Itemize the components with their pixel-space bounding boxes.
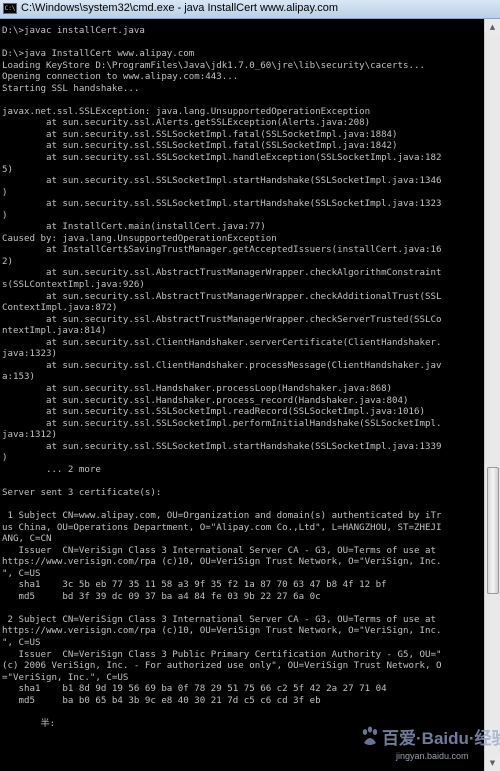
console-line: ContextImpl.java:872) [2, 303, 118, 314]
console-line: Loading KeyStore D:\ProgramFiles\Java\jd… [2, 60, 426, 71]
console-line: 2) [2, 256, 13, 267]
console-line: Caused by: java.lang.UnsupportedOperatio… [2, 233, 277, 244]
console-line: java:1312) [2, 430, 57, 441]
console-line: s(SSLContextImpl.java:926) [2, 280, 145, 291]
console-line: at sun.security.ssl.AbstractTrustManager… [2, 314, 442, 325]
console-line: at sun.security.ssl.SSLSocketImpl.readRe… [2, 407, 426, 418]
console-line: ", C=US [2, 637, 41, 648]
console-line: D:\>java InstallCert www.alipay.com [2, 49, 195, 60]
console-line: ) [2, 453, 8, 464]
console-line: a:153) [2, 372, 35, 383]
console-line: at sun.security.ssl.Handshaker.process_r… [2, 395, 409, 406]
console-line: at sun.security.ssl.SSLSocketImpl.fatal(… [2, 129, 398, 140]
console-line: at sun.security.ssl.SSLSocketImpl.fatal(… [2, 141, 398, 152]
baidu-watermark: 百爱·Baidu·经验 jingyan.baidu.com [360, 724, 500, 768]
vertical-scrollbar[interactable]: ▲ ▼ [484, 19, 500, 771]
scroll-up-arrow-icon[interactable]: ▲ [485, 19, 500, 35]
title-bar[interactable]: C:\ C:\Windows\system32\cmd.exe - java I… [0, 0, 500, 19]
scrollbar-thumb[interactable] [487, 467, 499, 594]
console-line: https://www.verisign.com/rpa (c)10, OU=V… [2, 626, 442, 637]
baidu-paw-icon [362, 726, 378, 745]
console-line: https://www.verisign.com/rpa (c)10, OU=V… [2, 557, 442, 568]
console-output: D:\>javac installCert.java D:\>java Inst… [2, 26, 484, 730]
console-line: at InstallCert.main(installCert.java:77) [2, 222, 266, 233]
console-line: at InstallCert$SavingTrustManager.getAcc… [2, 245, 442, 256]
console-line: javax.net.ssl.SSLException: java.lang.Un… [2, 106, 371, 117]
console-line: ... 2 more [2, 464, 101, 475]
console-line: at sun.security.ssl.SSLSocketImpl.perfor… [2, 418, 442, 429]
console-window[interactable]: D:\>javac installCert.java D:\>java Inst… [0, 19, 484, 771]
console-line: at sun.security.ssl.SSLSocketImpl.handle… [2, 153, 442, 164]
console-line: Starting SSL handshake... [2, 83, 140, 94]
console-line: 5) [2, 164, 13, 175]
console-line: at sun.security.ssl.ClientHandshaker.pro… [2, 360, 442, 371]
console-line: D:\>javac installCert.java [2, 26, 145, 36]
watermark-url: jingyan.baidu.com [396, 751, 469, 761]
console-line: Issuer CN=VeriSign Class 3 Public Primar… [2, 649, 442, 660]
console-line: at sun.security.ssl.AbstractTrustManager… [2, 268, 442, 279]
cmd-icon: C:\ [3, 3, 17, 14]
console-line: (c) 2006 VeriSign, Inc. - For authorized… [2, 661, 442, 672]
console-line: sha1 3c 5b eb 77 35 11 58 a3 9f 35 f2 1a… [2, 580, 387, 591]
console-line: md5 bd 3f 39 dc 09 37 ba a4 84 fe 03 9b … [2, 591, 321, 602]
console-line: ="VeriSign, Inc.", C=US [2, 672, 129, 683]
console-line: md5 ba b0 65 b4 3b 9c e8 40 30 21 7d c5 … [2, 695, 321, 706]
console-line: Issuer CN=VeriSign Class 3 International… [2, 545, 437, 556]
console-line: at sun.security.ssl.SSLSocketImpl.startH… [2, 199, 442, 210]
console-line: sha1 b1 8d 9d 19 56 69 ba 0f 78 29 51 75… [2, 684, 387, 695]
console-line: Opening connection to www.alipay.com:443… [2, 72, 239, 83]
console-line: ) [2, 187, 8, 198]
console-line: ntextImpl.java:814) [2, 326, 107, 337]
console-line: Server sent 3 certificate(s): [2, 487, 162, 498]
console-line: ", C=US [2, 568, 41, 579]
scroll-down-arrow-icon[interactable]: ▼ [485, 755, 500, 771]
console-line: us China, OU=Operations Department, O="A… [2, 522, 442, 533]
console-line: 2 Subject CN=VeriSign Class 3 Internatio… [2, 614, 437, 625]
console-line: at sun.security.ssl.SSLSocketImpl.startH… [2, 441, 442, 452]
console-line: at sun.security.ssl.Handshaker.processLo… [2, 383, 393, 394]
console-line: at sun.security.ssl.AbstractTrustManager… [2, 291, 442, 302]
console-line: ) [2, 210, 8, 221]
console-line: java:1323) [2, 349, 57, 360]
console-line: at sun.security.ssl.Alerts.getSSLExcepti… [2, 118, 371, 129]
console-line: at sun.security.ssl.ClientHandshaker.ser… [2, 337, 442, 348]
console-line: ANG, C=CN [2, 534, 52, 545]
console-line: 1 Subject CN=www.alipay.com, OU=Organiza… [2, 510, 442, 521]
watermark-text: 百爱·Baidu·经验 [382, 729, 500, 748]
console-line: at sun.security.ssl.SSLSocketImpl.startH… [2, 176, 442, 187]
window-title: C:\Windows\system32\cmd.exe - java Insta… [21, 2, 339, 14]
